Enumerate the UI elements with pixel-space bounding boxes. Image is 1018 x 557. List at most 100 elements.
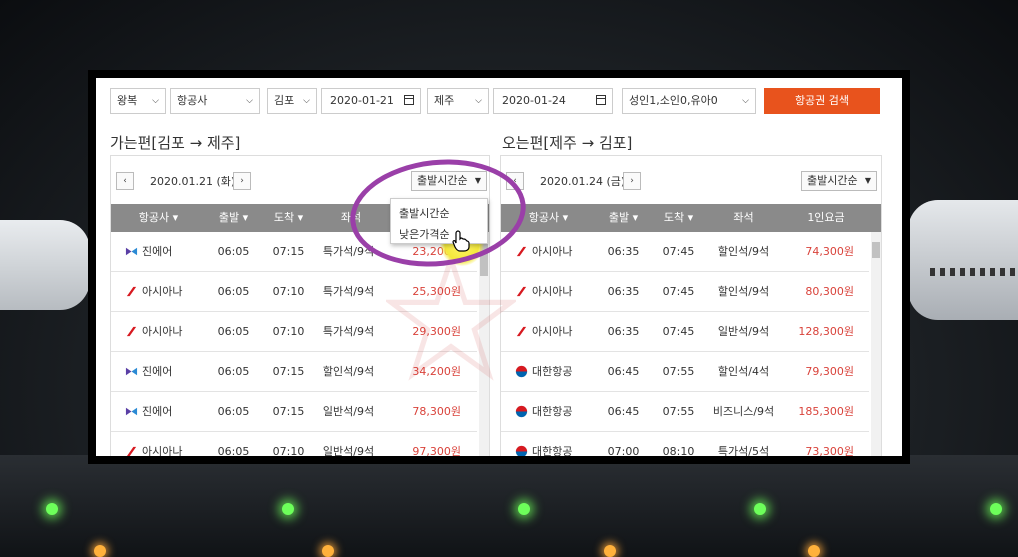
airline-cell: 진에어 (125, 232, 207, 272)
fare-price: 128,300원 (798, 325, 854, 338)
flight-row[interactable]: 대한항공 06:45 07:55 비즈니스/9석 185,300원 (501, 392, 869, 432)
departure-time: 06:35 (607, 285, 640, 298)
fare-price: 73,300원 (805, 445, 854, 456)
col-departure[interactable]: 출발 ▾ (206, 204, 261, 232)
asiana-icon (516, 286, 527, 296)
seat-info: 할인석/4석 (717, 365, 770, 378)
airline-cell: 아시아나 (125, 312, 207, 352)
col-arrival[interactable]: 도착 ▾ (261, 204, 316, 232)
departure-time: 06:05 (217, 365, 250, 378)
chevron-down-icon: ⌵ (303, 96, 310, 106)
origin-select[interactable]: 김포 ⌵ (267, 88, 317, 114)
watermark-star-icon (386, 253, 516, 381)
outbound-date: 2020.01.21 (화) (150, 175, 236, 188)
sort-option-departure-time[interactable]: 출발시간순 (399, 205, 450, 221)
airline-select[interactable]: 항공사 ⌵ (170, 88, 260, 114)
jinair-icon (125, 247, 138, 255)
departure-time: 06:05 (217, 445, 250, 456)
airline-cell: 진에어 (125, 392, 207, 432)
destination-select[interactable]: 제주 ⌵ (427, 88, 489, 114)
airline-cell: 아시아나 (125, 432, 207, 456)
airline-name: 아시아나 (532, 325, 573, 338)
flight-row[interactable]: 대한항공 07:00 08:10 특가석/5석 73,300원 (501, 432, 869, 456)
airline-name: 아시아나 (142, 285, 183, 298)
departure-time: 06:05 (217, 325, 250, 338)
airline-name: 아시아나 (532, 245, 573, 258)
asiana-icon (126, 446, 137, 456)
background-airplane-right (908, 200, 1018, 320)
departure-time: 06:45 (607, 405, 640, 418)
arrival-time: 07:45 (662, 245, 695, 258)
departure-time: 07:00 (607, 445, 640, 456)
seat-info: 할인석/9석 (717, 245, 770, 258)
inbound-table-header: 항공사 ▾ 출발 ▾ 도착 ▾ 좌석 1인요금 (501, 204, 881, 232)
flight-row[interactable]: 아시아나 06:35 07:45 할인석/9석 74,300원 (501, 232, 869, 272)
airline-value: 항공사 (177, 94, 208, 107)
flight-row[interactable]: 대한항공 06:45 07:55 할인석/4석 79,300원 (501, 352, 869, 392)
destination-value: 제주 (434, 94, 455, 107)
flight-row[interactable]: 아시아나 06:05 07:10 일반석/9석 97,300원 (111, 432, 477, 456)
fare-price: 80,300원 (805, 285, 854, 298)
col-airline[interactable]: 항공사 ▾ (111, 204, 206, 232)
airplane-windows (930, 268, 1018, 276)
inbound-date: 2020.01.24 (금) (540, 175, 626, 188)
prev-date-button[interactable]: ‹ (116, 172, 134, 190)
col-seat: 좌석 (733, 211, 754, 224)
depart-date-value: 2020-01-21 (330, 94, 394, 107)
sort-option-lowest-price[interactable]: 낮은가격순 (399, 226, 450, 242)
airline-cell: 대한항공 (515, 392, 597, 432)
departure-time: 06:35 (607, 325, 640, 338)
seat-info: 일반석/9석 (717, 325, 770, 338)
hand-cursor-icon (452, 230, 470, 252)
seat-info: 할인석/9석 (322, 365, 375, 378)
inbound-scrollbar[interactable] (871, 232, 881, 456)
next-date-button[interactable]: › (233, 172, 251, 190)
chevron-down-icon: ⌵ (152, 96, 159, 106)
search-flights-button[interactable]: 항공권 검색 (764, 88, 880, 114)
trip-type-value: 왕복 (117, 94, 138, 107)
background-airplane-left (0, 220, 90, 310)
airline-cell: 아시아나 (515, 232, 597, 272)
seat-info: 할인석/9석 (717, 285, 770, 298)
sort-dropdown-menu: 출발시간순 낮은가격순 (390, 198, 488, 244)
departure-time: 06:35 (607, 245, 640, 258)
depart-date-field[interactable]: 2020-01-21 (321, 88, 421, 114)
runway-light (604, 545, 616, 557)
passenger-select[interactable]: 성인1,소인0,유아0 ⌵ (622, 88, 756, 114)
scroll-thumb[interactable] (872, 242, 880, 258)
return-date-value: 2020-01-24 (502, 94, 566, 107)
asiana-icon (126, 286, 137, 296)
outbound-title: 가는편[김포 → 제주] (110, 134, 241, 152)
calendar-icon[interactable] (596, 95, 606, 105)
passenger-value: 성인1,소인0,유아0 (629, 94, 718, 107)
flight-row[interactable]: 아시아나 06:35 07:45 일반석/9석 128,300원 (501, 312, 869, 352)
airline-name: 아시아나 (142, 445, 183, 456)
fare-price: 97,300원 (412, 445, 461, 456)
trip-type-select[interactable]: 왕복 ⌵ (110, 88, 166, 114)
airline-name: 대한항공 (532, 405, 573, 418)
airline-name: 아시아나 (532, 285, 573, 298)
inbound-sort-select[interactable]: 출발시간순 ▼ (801, 171, 877, 191)
airline-name: 진에어 (142, 405, 173, 418)
flight-row[interactable]: 진에어 06:05 07:15 일반석/9석 78,300원 (111, 392, 477, 432)
seat-info: 비즈니스/9석 (712, 405, 775, 418)
airline-cell: 아시아나 (515, 272, 597, 312)
inbound-sort-value: 출발시간순 (807, 174, 858, 187)
col-arrival[interactable]: 도착 ▾ (651, 204, 706, 232)
airline-name: 진에어 (142, 245, 173, 258)
flight-search-panel: 왕복 ⌵ 항공사 ⌵ 김포 ⌵ 2020-01-21 제주 ⌵ 2020-01-… (96, 78, 902, 456)
col-departure[interactable]: 출발 ▾ (596, 204, 651, 232)
arrival-time: 07:10 (272, 285, 305, 298)
arrival-time: 07:15 (272, 365, 305, 378)
calendar-icon[interactable] (404, 95, 414, 105)
runway-light (808, 545, 820, 557)
next-date-button[interactable]: › (623, 172, 641, 190)
runway-light (46, 503, 58, 515)
runway-light (322, 545, 334, 557)
return-date-field[interactable]: 2020-01-24 (493, 88, 613, 114)
chevron-down-icon: ⌵ (742, 96, 749, 106)
asiana-icon (516, 246, 527, 256)
fare-price: 74,300원 (805, 245, 854, 258)
airline-cell: 대한항공 (515, 432, 597, 456)
flight-row[interactable]: 아시아나 06:35 07:45 할인석/9석 80,300원 (501, 272, 869, 312)
